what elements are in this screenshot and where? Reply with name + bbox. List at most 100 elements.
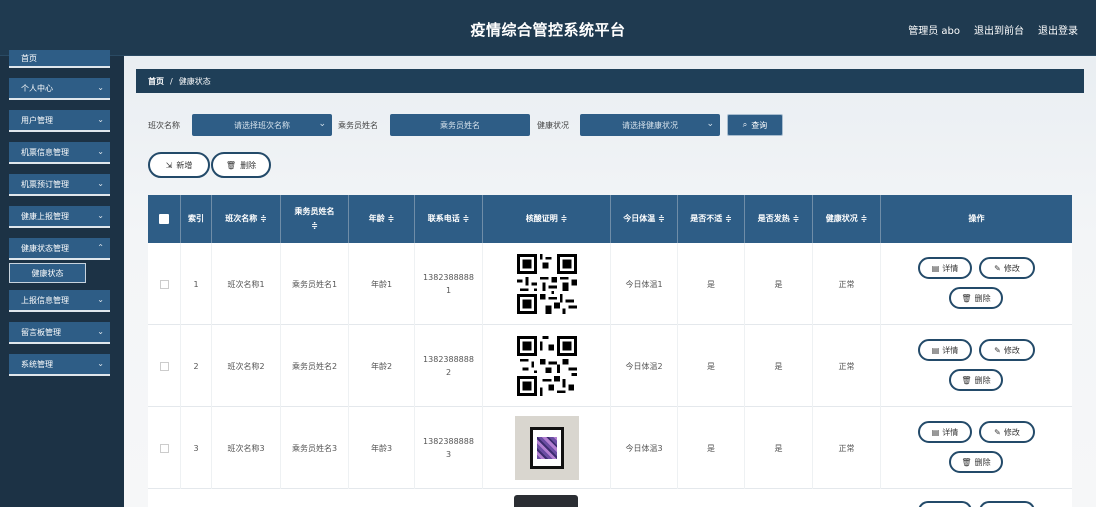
breadcrumb-separator: /: [170, 76, 173, 86]
detail-button[interactable]: ▤ 详情: [918, 257, 972, 279]
logout-link[interactable]: 退出登录: [1038, 22, 1078, 37]
col-health[interactable]: 健康状况 ≑: [813, 195, 881, 243]
cell-index: 2: [181, 325, 212, 407]
cell-age: 年龄2: [349, 325, 415, 407]
cell-phone-line2: 2: [445, 368, 452, 377]
sidebar-item-ticket-booking[interactable]: 机票预订管理 ⌄: [9, 174, 110, 196]
col-discomfort[interactable]: 是否不适 ≑: [678, 195, 745, 243]
cell-index: 1: [181, 243, 212, 325]
col-class-name[interactable]: 班次名称 ≑: [212, 195, 281, 243]
crew-name-input[interactable]: 乘务员姓名: [390, 114, 530, 136]
col-temp[interactable]: 今日体温 ≑: [611, 195, 678, 243]
sidebar-item-users[interactable]: 用户管理 ⌄: [9, 110, 110, 132]
framed-photo-image[interactable]: [514, 416, 579, 480]
edit-label: 修改: [1003, 427, 1020, 437]
select-all-checkbox[interactable]: [148, 195, 181, 243]
edit-button[interactable]: ✎ 修改: [979, 339, 1035, 361]
edit-button-partial[interactable]: [979, 501, 1035, 507]
qr-code-image[interactable]: [516, 336, 577, 396]
chevron-down-icon: ⌄: [97, 327, 104, 336]
edit-button[interactable]: ✎ 修改: [979, 257, 1035, 279]
col-crew-name-text: 乘务员姓名: [294, 207, 335, 216]
cell-temp: 今日体温3: [611, 407, 678, 489]
sidebar-item-system[interactable]: 系统管理 ⌄: [9, 354, 110, 376]
add-button[interactable]: ⇲ 新增: [148, 152, 210, 178]
delete-label: 删除: [974, 293, 991, 303]
table-row: 1 班次名称1 乘务员姓名1 年龄1 1382388888 1 今日体温1 是 …: [148, 243, 1072, 325]
sidebar-item-report-info[interactable]: 上报信息管理 ⌄: [9, 290, 110, 312]
cell-phone: 1382388888 3: [415, 407, 483, 489]
next-row-image-partial: [514, 495, 578, 507]
health-label: 健康状况: [537, 121, 569, 130]
col-crew-name[interactable]: 乘务员姓名 ≑: [281, 195, 349, 243]
detail-label: 详情: [942, 263, 959, 273]
sidebar-item-personal[interactable]: 个人中心 ⌄: [9, 78, 110, 100]
doc-icon: ▤: [931, 427, 940, 437]
col-phone[interactable]: 联系电话 ≑: [415, 195, 483, 243]
delete-label: 删除: [974, 375, 991, 385]
health-select[interactable]: 请选择健康状况 ⌄: [580, 114, 720, 136]
cell-crew-name: 乘务员姓名1: [281, 243, 349, 325]
cell-discomfort: 是: [678, 243, 745, 325]
delete-button[interactable]: 🗑 删除: [949, 451, 1003, 473]
trash-icon: 🗑: [961, 375, 972, 385]
class-name-select[interactable]: 请选择班次名称 ⌄: [192, 114, 332, 136]
cell-crew-name: 乘务员姓名3: [281, 407, 349, 489]
sidebar-subitem-health-status[interactable]: 健康状态: [9, 263, 86, 283]
query-button[interactable]: ⌕ 查询: [727, 114, 783, 136]
cell-ops: ▤ 详情 ✎ 修改 🗑 删除: [881, 325, 1072, 407]
trash-icon: 🗑: [225, 160, 237, 170]
detail-button[interactable]: ▤ 详情: [918, 421, 972, 443]
header-right: 管理员 abo 退出到前台 退出登录: [908, 22, 1078, 37]
cell-class-name: 班次名称3: [212, 407, 281, 489]
sidebar-item-health-report[interactable]: 健康上报管理 ⌄: [9, 206, 110, 228]
sidebar-item-label: 机票信息管理: [21, 147, 69, 157]
chevron-down-icon: ⌄: [97, 83, 104, 92]
qr-code-image[interactable]: [516, 254, 577, 314]
col-fever[interactable]: 是否发热 ≑: [745, 195, 813, 243]
chevron-up-icon: ⌃: [97, 243, 104, 252]
edit-label: 修改: [1003, 263, 1020, 273]
sidebar-item-label: 机票预订管理: [21, 179, 69, 189]
col-proof[interactable]: 核酸证明 ≑: [483, 195, 611, 243]
cell-age: 年龄3: [349, 407, 415, 489]
chevron-down-icon: ⌄: [97, 179, 104, 188]
cell-phone: 1382388888 1: [415, 243, 483, 325]
cell-fever: 是: [745, 243, 813, 325]
delete-button[interactable]: 🗑 删除: [949, 369, 1003, 391]
cell-health: 正常: [813, 407, 881, 489]
pencil-icon: ✎: [994, 427, 1001, 437]
data-table: 索引 班次名称 ≑ 乘务员姓名 ≑ 年龄 ≑ 联系电话 ≑ 核酸证明 ≑ 今日体…: [148, 195, 1072, 507]
detail-button[interactable]: ▤ 详情: [918, 339, 972, 361]
sidebar-item-message-board[interactable]: 留言板管理 ⌄: [9, 322, 110, 344]
sidebar-item-home[interactable]: 首页: [9, 50, 110, 68]
cell-crew-name: 乘务员姓名2: [281, 325, 349, 407]
delete-button[interactable]: 🗑 删除: [949, 287, 1003, 309]
row-checkbox[interactable]: [148, 325, 181, 407]
chevron-down-icon: ⌄: [97, 211, 104, 220]
batch-delete-button[interactable]: 🗑 删除: [211, 152, 271, 178]
health-placeholder: 请选择健康状况: [622, 120, 678, 130]
sidebar-item-label: 首页: [21, 53, 37, 63]
cell-discomfort: 是: [678, 325, 745, 407]
col-index[interactable]: 索引: [181, 195, 212, 243]
cursor-add-icon: ⇲: [165, 160, 173, 170]
sidebar-subitem-label: 健康状态: [31, 268, 64, 278]
row-checkbox[interactable]: [148, 407, 181, 489]
cell-class-name: 班次名称2: [212, 325, 281, 407]
sidebar-item-label: 健康状态管理: [21, 243, 69, 253]
col-age[interactable]: 年龄 ≑: [349, 195, 415, 243]
edit-button[interactable]: ✎ 修改: [979, 421, 1035, 443]
sidebar-item-health-status[interactable]: 健康状态管理 ⌃: [9, 238, 110, 260]
back-to-front-link[interactable]: 退出到前台: [974, 22, 1024, 37]
sidebar-item-ticket-info[interactable]: 机票信息管理 ⌄: [9, 142, 110, 164]
table-row: 2 班次名称2 乘务员姓名2 年龄2 1382388888 2 今日体温2 是 …: [148, 325, 1072, 407]
sidebar-item-label: 上报信息管理: [21, 295, 69, 305]
breadcrumb-home[interactable]: 首页: [148, 76, 164, 87]
detail-button-partial[interactable]: [918, 501, 972, 507]
row-checkbox[interactable]: [148, 243, 181, 325]
cell-health: 正常: [813, 325, 881, 407]
batch-delete-label: 删除: [240, 160, 257, 170]
trash-icon: 🗑: [961, 457, 972, 467]
query-button-label: 查询: [751, 120, 768, 130]
